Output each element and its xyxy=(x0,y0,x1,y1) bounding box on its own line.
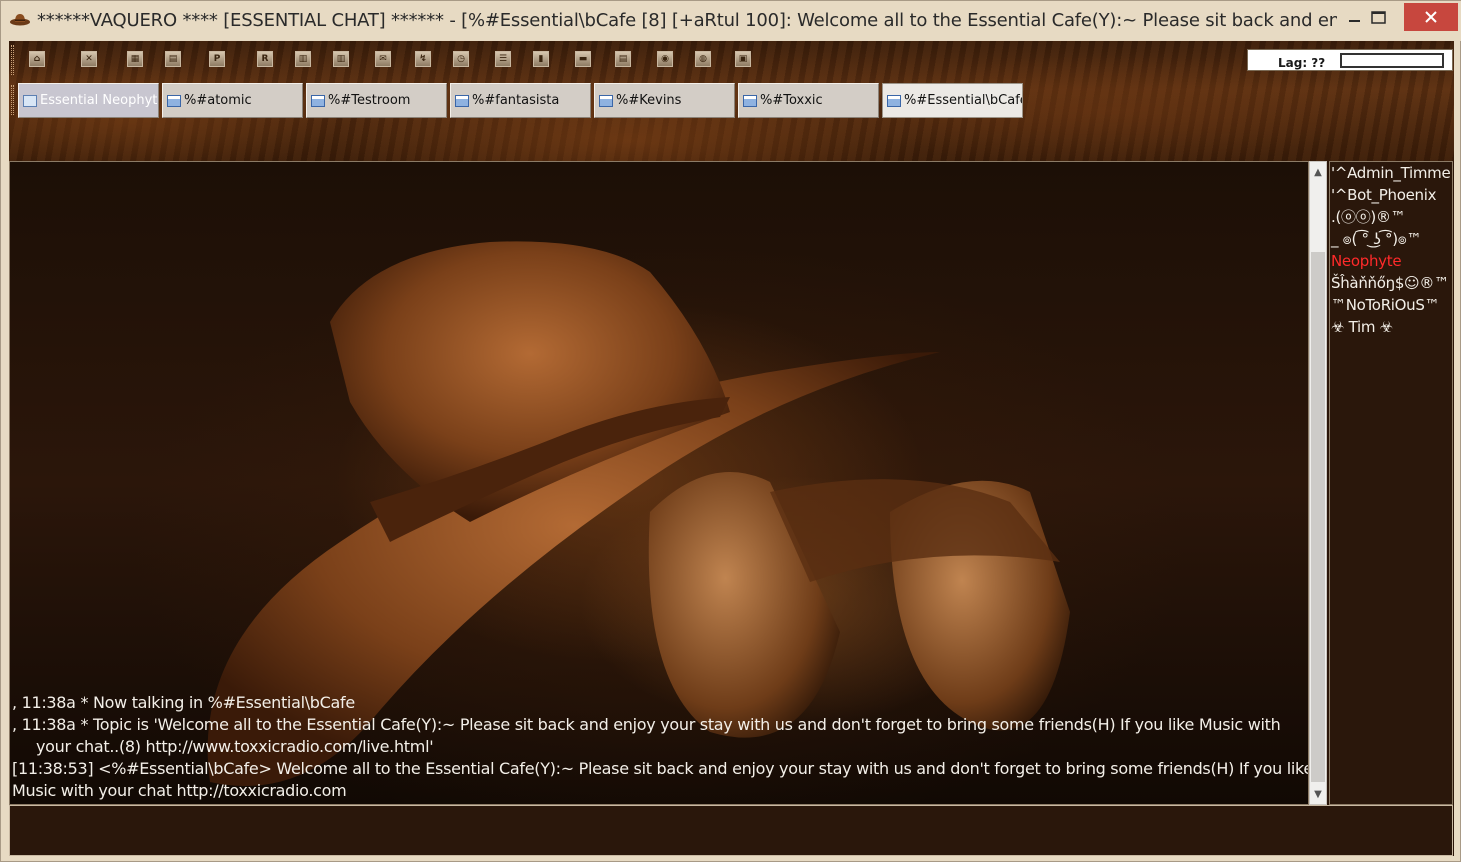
tab-label: %#atomic xyxy=(184,93,252,108)
chat-line: , 11:38a * Topic is 'Welcome all to the … xyxy=(12,715,1281,734)
nick-item[interactable]: Neophyte xyxy=(1330,250,1452,272)
tab-label: %#Essential\bCafe xyxy=(904,93,1023,108)
tab-2[interactable]: %#Testroom xyxy=(306,83,447,118)
dcc-send-icon[interactable]: ↯ xyxy=(415,51,431,67)
channels-folder-icon[interactable]: ▥ xyxy=(333,51,349,67)
tab-1[interactable]: %#atomic xyxy=(162,83,303,118)
maximize-button[interactable] xyxy=(1358,3,1400,33)
chat-window[interactable]: , 11:38a * Now talking in %#Essential\bC… xyxy=(9,161,1309,805)
tab-label: %#Kevins xyxy=(616,93,682,108)
connect-icon[interactable]: ⌂ xyxy=(29,51,45,67)
options-icon[interactable]: ▦ xyxy=(127,51,143,67)
received-files-icon[interactable]: R xyxy=(257,51,273,67)
tab-label: Essential Neophyte xyxy=(40,93,159,108)
url-list-icon[interactable]: ▮ xyxy=(533,51,549,67)
cowboy-hat-icon xyxy=(10,14,30,26)
log-icon[interactable]: ▬ xyxy=(575,51,591,67)
nick-item[interactable]: _ ๏( ͡° ͜ʖ ͡°)๏™ xyxy=(1330,228,1452,250)
nick-item[interactable]: ™NoToRiOuS™ xyxy=(1330,294,1452,316)
channel-window-icon xyxy=(887,94,901,107)
notify-list-icon[interactable]: ☰ xyxy=(495,51,511,67)
about-icon[interactable]: ▣ xyxy=(735,51,751,67)
channel-window-icon xyxy=(455,94,469,107)
nick-list[interactable]: '^Admin_Timme '^Bot_Phoenix .(ⓞⓞ)®™ _ ๏( ͡°… xyxy=(1329,161,1453,805)
lag-indicator: Lag: ?? xyxy=(1247,49,1453,71)
tab-3[interactable]: %#fantasista xyxy=(450,83,591,118)
app-window: ******VAQUERO **** [ESSENTIAL CHAT] ****… xyxy=(0,0,1461,862)
chat-line: , 11:38a * Now talking in %#Essential\bC… xyxy=(12,693,355,712)
tab-6[interactable]: %#Essential\bCafe xyxy=(882,83,1023,118)
toolbar-area: ⌂ ✕ ▦ ▤ P R ▥ ▥ ✉ ↯ ◷ ☰ ▮ ▬ ▤ ◉ ◍ ▣ Lag: ?? Essential Neo… xyxy=(9,41,1454,161)
message-input[interactable] xyxy=(9,805,1453,856)
channel-list-icon[interactable]: ▥ xyxy=(295,51,311,67)
toolbar-grip[interactable] xyxy=(11,45,14,75)
tab-label: %#Testroom xyxy=(328,93,411,108)
dcc-chat-icon[interactable]: P xyxy=(209,51,225,67)
dcc-options-icon[interactable]: ◍ xyxy=(695,51,711,67)
status-window-icon xyxy=(23,94,37,107)
channel-window-icon xyxy=(599,94,613,107)
online-status-icon[interactable]: ◉ xyxy=(657,51,673,67)
scrollbar-thumb[interactable] xyxy=(1311,252,1325,782)
chat-scrollbar[interactable]: ▲ ▼ xyxy=(1309,161,1327,805)
close-button[interactable] xyxy=(1404,3,1458,31)
chat-log: , 11:38a * Now talking in %#Essential\bC… xyxy=(12,692,1309,802)
nick-item[interactable]: '^Admin_Timme xyxy=(1330,162,1452,184)
switchbar-grip[interactable] xyxy=(11,85,14,115)
close-icon xyxy=(1425,11,1437,23)
nick-item[interactable]: '^Bot_Phoenix xyxy=(1330,184,1452,206)
lag-label: Lag: ?? xyxy=(1278,56,1326,70)
tab-label: %#fantasista xyxy=(472,93,560,108)
scripts-editor-icon[interactable]: ✉ xyxy=(375,51,391,67)
tab-4[interactable]: %#Kevins xyxy=(594,83,735,118)
timer-icon[interactable]: ◷ xyxy=(453,51,469,67)
chat-line: Music with your chat http://toxxicradio.… xyxy=(12,781,347,800)
client-area: ⌂ ✕ ▦ ▤ P R ▥ ▥ ✉ ↯ ◷ ☰ ▮ ▬ ▤ ◉ ◍ ▣ Lag: ?? Essential Neo… xyxy=(9,41,1454,856)
nick-item[interactable]: Šĥàňňőŋ$☺®™ xyxy=(1330,272,1452,294)
chat-line: [11:38:53] <%#Essential\bCafe> Welcome a… xyxy=(12,759,1309,778)
disconnect-icon[interactable]: ✕ xyxy=(81,51,97,67)
title-bar[interactable]: ******VAQUERO **** [ESSENTIAL CHAT] ****… xyxy=(1,1,1461,41)
channel-window-icon xyxy=(167,94,181,107)
chat-line: your chat..(8) http://www.toxxicradio.co… xyxy=(36,737,434,756)
tab-label: %#Toxxic xyxy=(760,93,823,108)
channel-window-icon xyxy=(311,94,325,107)
notes-icon[interactable]: ▤ xyxy=(615,51,631,67)
maximize-icon xyxy=(1371,11,1386,24)
tab-5[interactable]: %#Toxxic xyxy=(738,83,879,118)
address-book-icon[interactable]: ▤ xyxy=(165,51,181,67)
window-title: ******VAQUERO **** [ESSENTIAL CHAT] ****… xyxy=(37,10,1337,31)
nick-item[interactable]: ☣ Tim ☣ xyxy=(1330,316,1452,338)
scroll-down-icon[interactable]: ▼ xyxy=(1310,784,1326,804)
tab-0[interactable]: Essential Neophyte xyxy=(18,83,159,118)
scroll-up-icon[interactable]: ▲ xyxy=(1310,162,1326,182)
channel-window-icon xyxy=(743,94,757,107)
lag-meter xyxy=(1340,53,1444,68)
nick-item[interactable]: .(ⓞⓞ)®™ xyxy=(1330,206,1452,228)
